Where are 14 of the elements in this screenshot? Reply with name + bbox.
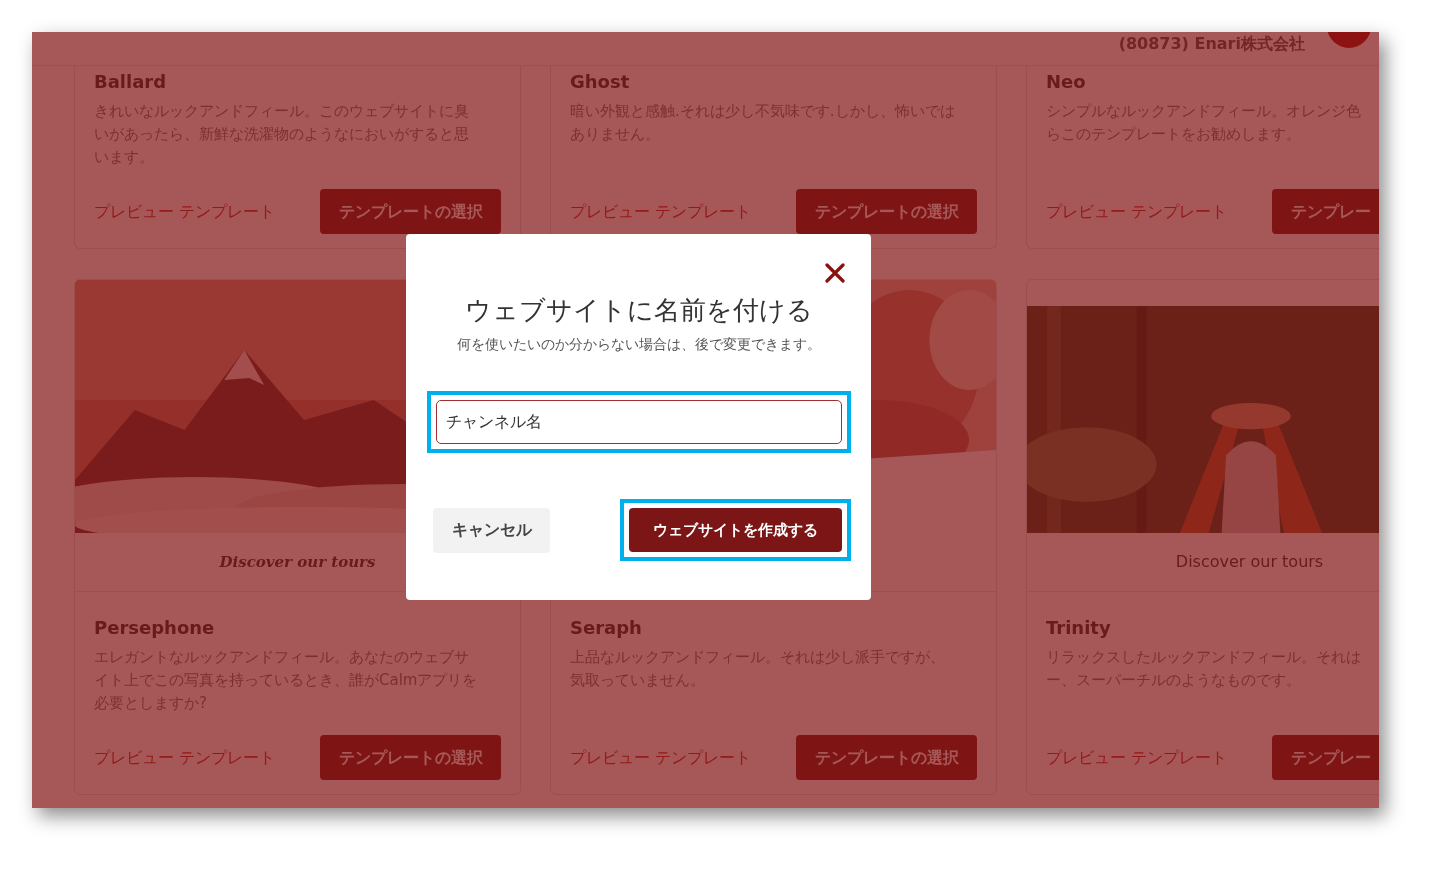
create-website-button[interactable]: ウェブサイトを作成する bbox=[629, 508, 842, 553]
template-name: Seraph bbox=[570, 616, 643, 640]
cancel-button[interactable]: キャンセル bbox=[433, 507, 550, 553]
template-name: Neo bbox=[1046, 70, 1087, 94]
dialog-title: ウェブサイトに名前を付ける bbox=[464, 295, 814, 327]
close-icon[interactable] bbox=[825, 263, 845, 283]
template-name: Ballard bbox=[94, 70, 168, 94]
template-name: Ghost bbox=[570, 70, 631, 94]
dialog-subtitle: 何を使いたいのか分からない場合は、後で変更できます。 bbox=[456, 335, 822, 355]
template-name: Persephone bbox=[94, 616, 216, 640]
section-heading: Discover our tours bbox=[1175, 551, 1324, 573]
template-name: Trinity bbox=[1046, 616, 1112, 640]
name-input[interactable]: チャンネル名 bbox=[436, 400, 842, 445]
section-heading: Discover our tours bbox=[219, 551, 376, 573]
